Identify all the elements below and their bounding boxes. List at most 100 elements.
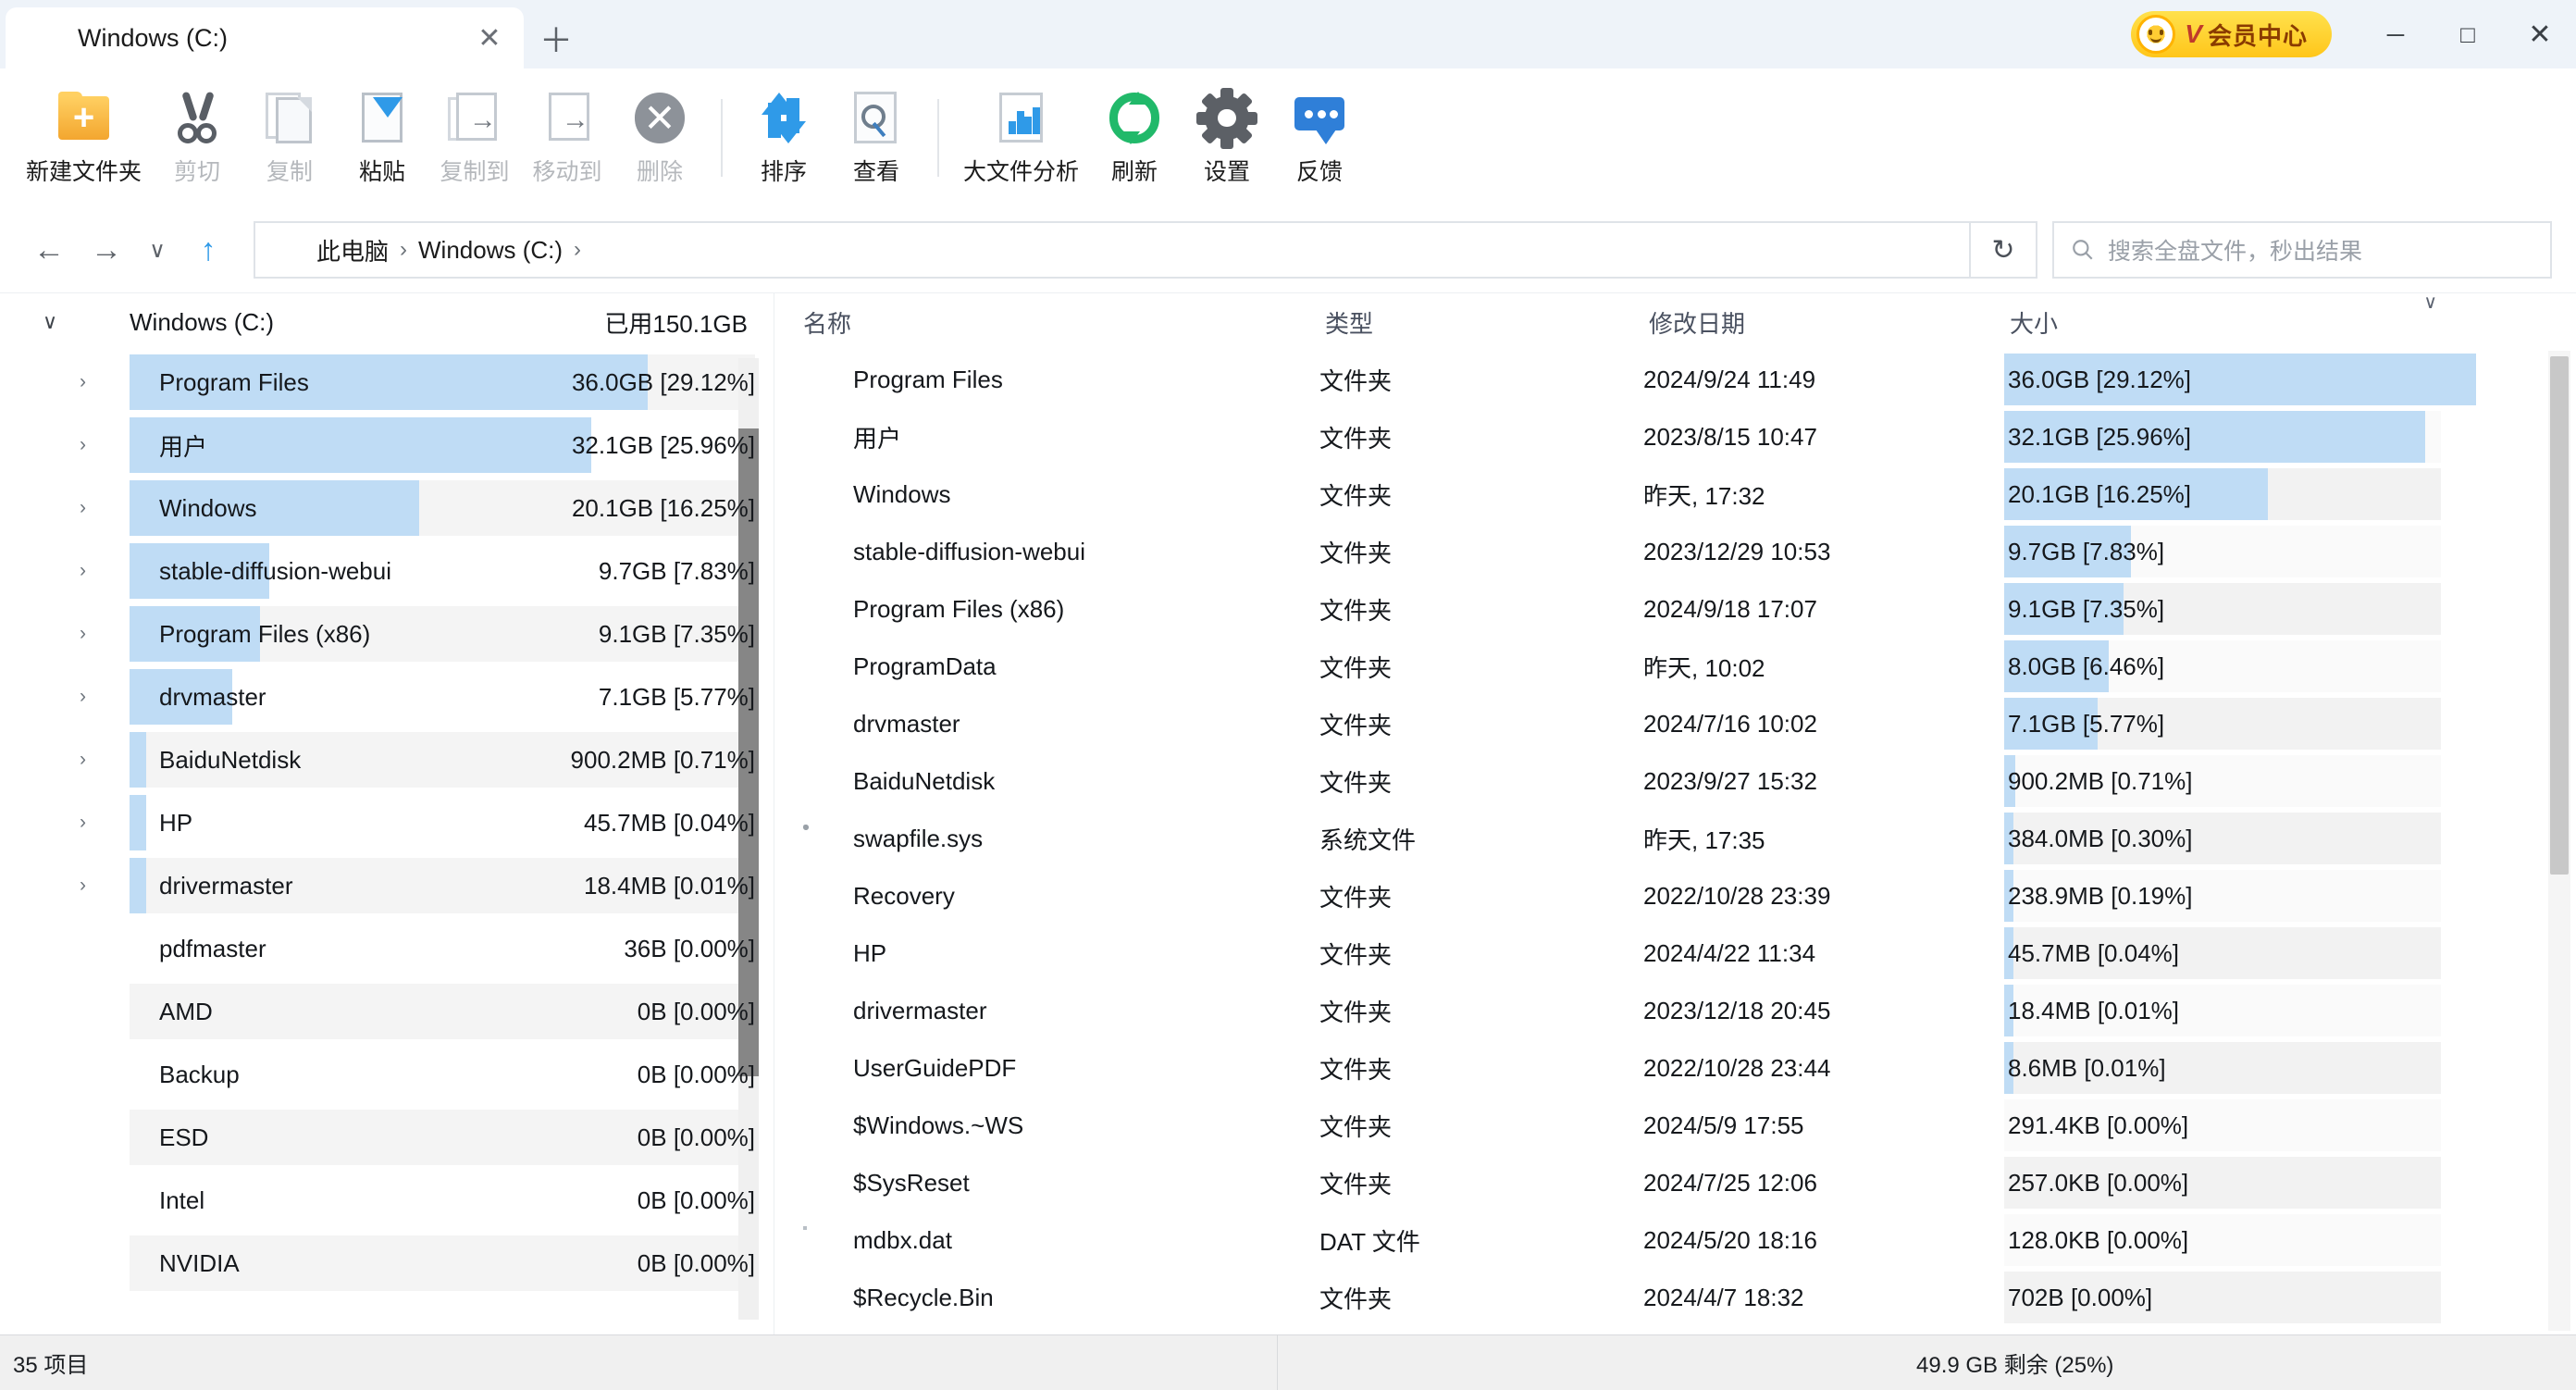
tree-item[interactable]: › drivermaster 18.4MB [0.01%] xyxy=(0,854,774,917)
folder-icon xyxy=(111,620,146,648)
table-row[interactable]: HP 文件夹 2024/4/22 11:34 45.7MB [0.04%] xyxy=(783,925,2576,982)
back-button[interactable]: ← xyxy=(20,221,78,279)
chevron-right-icon[interactable]: › xyxy=(80,749,111,771)
table-row[interactable]: Program Files 文件夹 2024/9/24 11:49 36.0GB [2… xyxy=(783,351,2576,408)
tree-item[interactable]: ›Backup0B [0.00%] xyxy=(0,1043,774,1106)
forward-button[interactable]: → xyxy=(78,221,135,279)
tree-item[interactable]: › Program Files (x86) 9.1GB [7.35%] xyxy=(0,602,774,665)
tree-item[interactable]: › BaiduNetdisk 900.2MB [0.71%] xyxy=(0,728,774,791)
table-row[interactable]: Program Files (x86) 文件夹 2024/9/18 17:07 9.1… xyxy=(783,580,2576,638)
tree-item[interactable]: ›Intel0B [0.00%] xyxy=(0,1169,774,1232)
big-file-analysis-button[interactable]: 大文件分析 xyxy=(954,76,1088,200)
cell-name: BaiduNetdisk xyxy=(783,767,1319,796)
table-row[interactable]: mdbx.dat DAT 文件 2024/5/20 18:16 128.0KB [0.… xyxy=(783,1211,2576,1269)
move-to-button[interactable]: → 移动到 xyxy=(521,76,613,200)
up-button[interactable]: ↑ xyxy=(180,221,237,279)
table-row[interactable]: swapfile.sys 系统文件 昨天, 17:35 384.0MB [0.30%] xyxy=(783,810,2576,867)
file-rows: Program Files 文件夹 2024/9/24 11:49 36.0GB [2… xyxy=(783,351,2576,1334)
paste-button[interactable]: 粘贴 xyxy=(336,76,428,200)
table-row[interactable]: stable-diffusion-webui 文件夹 2023/12/29 10:5… xyxy=(783,523,2576,580)
search-input[interactable]: 搜索全盘文件，秒出结果 xyxy=(2108,233,2362,267)
cut-button[interactable]: 剪切 xyxy=(151,76,243,200)
chevron-down-icon[interactable]: ∨ xyxy=(43,310,63,334)
table-row[interactable]: drvmaster 文件夹 2024/7/16 10:02 7.1GB [5.77%] xyxy=(783,695,2576,752)
folder-icon xyxy=(111,1061,146,1088)
refresh-button[interactable]: 刷新 xyxy=(1088,76,1181,200)
copy-label: 复制 xyxy=(266,158,314,185)
view-button[interactable]: 查看 xyxy=(830,76,923,200)
copy-to-button[interactable]: → 复制到 xyxy=(428,76,521,200)
tab-windows-c[interactable]: Windows (C:) ✕ xyxy=(6,7,524,68)
table-row[interactable]: $Windows.~WS 文件夹 2024/5/9 17:55 291.4KB [0.… xyxy=(783,1097,2576,1154)
tree-item[interactable]: › 用户 32.1GB [25.96%] xyxy=(0,414,774,477)
tree-item-size: 36B [0.00%] xyxy=(624,934,755,962)
cell-name: drivermaster xyxy=(783,997,1319,1025)
table-row[interactable]: Windows 文件夹 昨天, 17:32 20.1GB [16.25%] xyxy=(783,465,2576,523)
file-list-scrollbar-thumb[interactable] xyxy=(2550,356,2569,875)
breadcrumb-item-this-pc[interactable]: 此电脑 xyxy=(316,233,389,267)
delete-button[interactable]: ✕ 删除 xyxy=(613,76,706,200)
sort-button[interactable]: 排序 xyxy=(737,76,830,200)
close-window-button[interactable]: ✕ xyxy=(2504,0,2576,68)
tree-item[interactable]: ›NVIDIA0B [0.00%] xyxy=(0,1232,774,1295)
chevron-right-icon[interactable]: › xyxy=(80,686,111,708)
tree-item-label: ESD xyxy=(159,1123,209,1151)
tree-item[interactable]: › Windows 20.1GB [16.25%] xyxy=(0,477,774,540)
table-row[interactable]: 用户 文件夹 2023/8/15 10:47 32.1GB [25.96%] xyxy=(783,408,2576,465)
maximize-button[interactable]: □ xyxy=(2432,0,2504,68)
table-row[interactable]: $Recycle.Bin 文件夹 2024/4/7 18:32 702B [0.00%… xyxy=(783,1269,2576,1326)
settings-button[interactable]: 设置 xyxy=(1181,76,1273,200)
tree-item-size: 36.0GB [29.12%] xyxy=(571,367,755,396)
tree-item[interactable]: › drvmaster 7.1GB [5.77%] xyxy=(0,665,774,728)
cell-type: 文件夹 xyxy=(1319,940,1393,969)
file-list-scrollbar[interactable] xyxy=(2548,351,2570,1331)
tree-item[interactable]: › Program Files 36.0GB [29.12%] xyxy=(0,351,774,414)
table-row[interactable]: UserGuidePDF 文件夹 2022/10/28 23:44 8.6MB [0.… xyxy=(783,1039,2576,1097)
cell-name: swapfile.sys xyxy=(783,825,1319,853)
address-refresh-button[interactable]: ↻ xyxy=(1971,221,2037,279)
chevron-right-icon[interactable]: › xyxy=(80,623,111,645)
chevron-right-icon[interactable]: › xyxy=(80,560,111,582)
chevron-right-icon[interactable]: › xyxy=(80,875,111,897)
tree-item[interactable]: ›ESD0B [0.00%] xyxy=(0,1106,774,1169)
cell-date: 2024/5/9 17:55 xyxy=(1643,1111,1804,1139)
column-header-name[interactable]: 名称 xyxy=(783,305,1319,340)
big-file-analysis-icon xyxy=(993,90,1050,147)
copy-button[interactable]: 复制 xyxy=(243,76,336,200)
table-row[interactable]: ProgramData 文件夹 昨天, 10:02 8.0GB [6.46%] xyxy=(783,638,2576,695)
panel-splitter[interactable] xyxy=(774,293,783,1334)
chevron-right-icon-2[interactable]: › xyxy=(574,237,581,263)
table-row[interactable]: Recovery 文件夹 2022/10/28 23:39 238.9MB [0.19… xyxy=(783,867,2576,925)
file-name-label: BaiduNetdisk xyxy=(853,766,996,795)
tree-root-windows-c[interactable]: ∨ Windows (C:) 已用150.1GB xyxy=(0,293,774,351)
breadcrumb-item-windows-c[interactable]: Windows (C:) xyxy=(418,236,563,265)
cell-date: 2023/12/18 20:45 xyxy=(1643,996,1831,1024)
tree-item[interactable]: › HP 45.7MB [0.04%] xyxy=(0,791,774,854)
minimize-button[interactable]: ─ xyxy=(2359,0,2432,68)
new-tab-icon[interactable]: ＋ xyxy=(524,7,588,68)
chevron-right-icon[interactable]: › xyxy=(80,371,111,393)
tree-item[interactable]: ›pdfmaster36B [0.00%] xyxy=(0,917,774,980)
history-dropdown-icon[interactable]: ∨ xyxy=(135,221,180,279)
tree-item[interactable]: ›AMD0B [0.00%] xyxy=(0,980,774,1043)
feedback-button[interactable]: 反馈 xyxy=(1273,76,1366,200)
tree-item[interactable]: › stable-diffusion-webui 9.7GB [7.83%] xyxy=(0,540,774,602)
chevron-right-icon[interactable]: › xyxy=(80,812,111,834)
search-box[interactable]: 搜索全盘文件，秒出结果 xyxy=(2052,221,2552,279)
vip-center-button[interactable]: V 会员中心 xyxy=(2131,11,2332,57)
column-header-size[interactable]: 大小 ∨ xyxy=(2004,292,2576,340)
chevron-right-icon[interactable]: › xyxy=(80,497,111,519)
new-folder-button[interactable]: + 新建文件夹 xyxy=(17,76,151,200)
table-row[interactable]: BaiduNetdisk 文件夹 2023/9/27 15:32 900.2MB [0… xyxy=(783,752,2576,810)
settings-gear-icon xyxy=(1196,87,1258,149)
table-row[interactable]: $SysReset 文件夹 2024/7/25 12:06 257.0KB [0.00… xyxy=(783,1154,2576,1211)
cell-name: stable-diffusion-webui xyxy=(783,538,1319,566)
breadcrumb[interactable]: 此电脑 › Windows (C:) › xyxy=(254,221,1971,279)
table-row[interactable]: drivermaster 文件夹 2023/12/18 20:45 18.4MB [0… xyxy=(783,982,2576,1039)
chevron-right-icon[interactable]: › xyxy=(80,434,111,456)
column-header-date[interactable]: 修改日期 xyxy=(1643,305,2004,340)
column-header-type[interactable]: 类型 xyxy=(1319,305,1643,340)
file-name-label: UserGuidePDF xyxy=(853,1053,1017,1082)
tree-item-size: 45.7MB [0.04%] xyxy=(584,808,755,837)
close-tab-icon[interactable]: ✕ xyxy=(468,17,511,59)
